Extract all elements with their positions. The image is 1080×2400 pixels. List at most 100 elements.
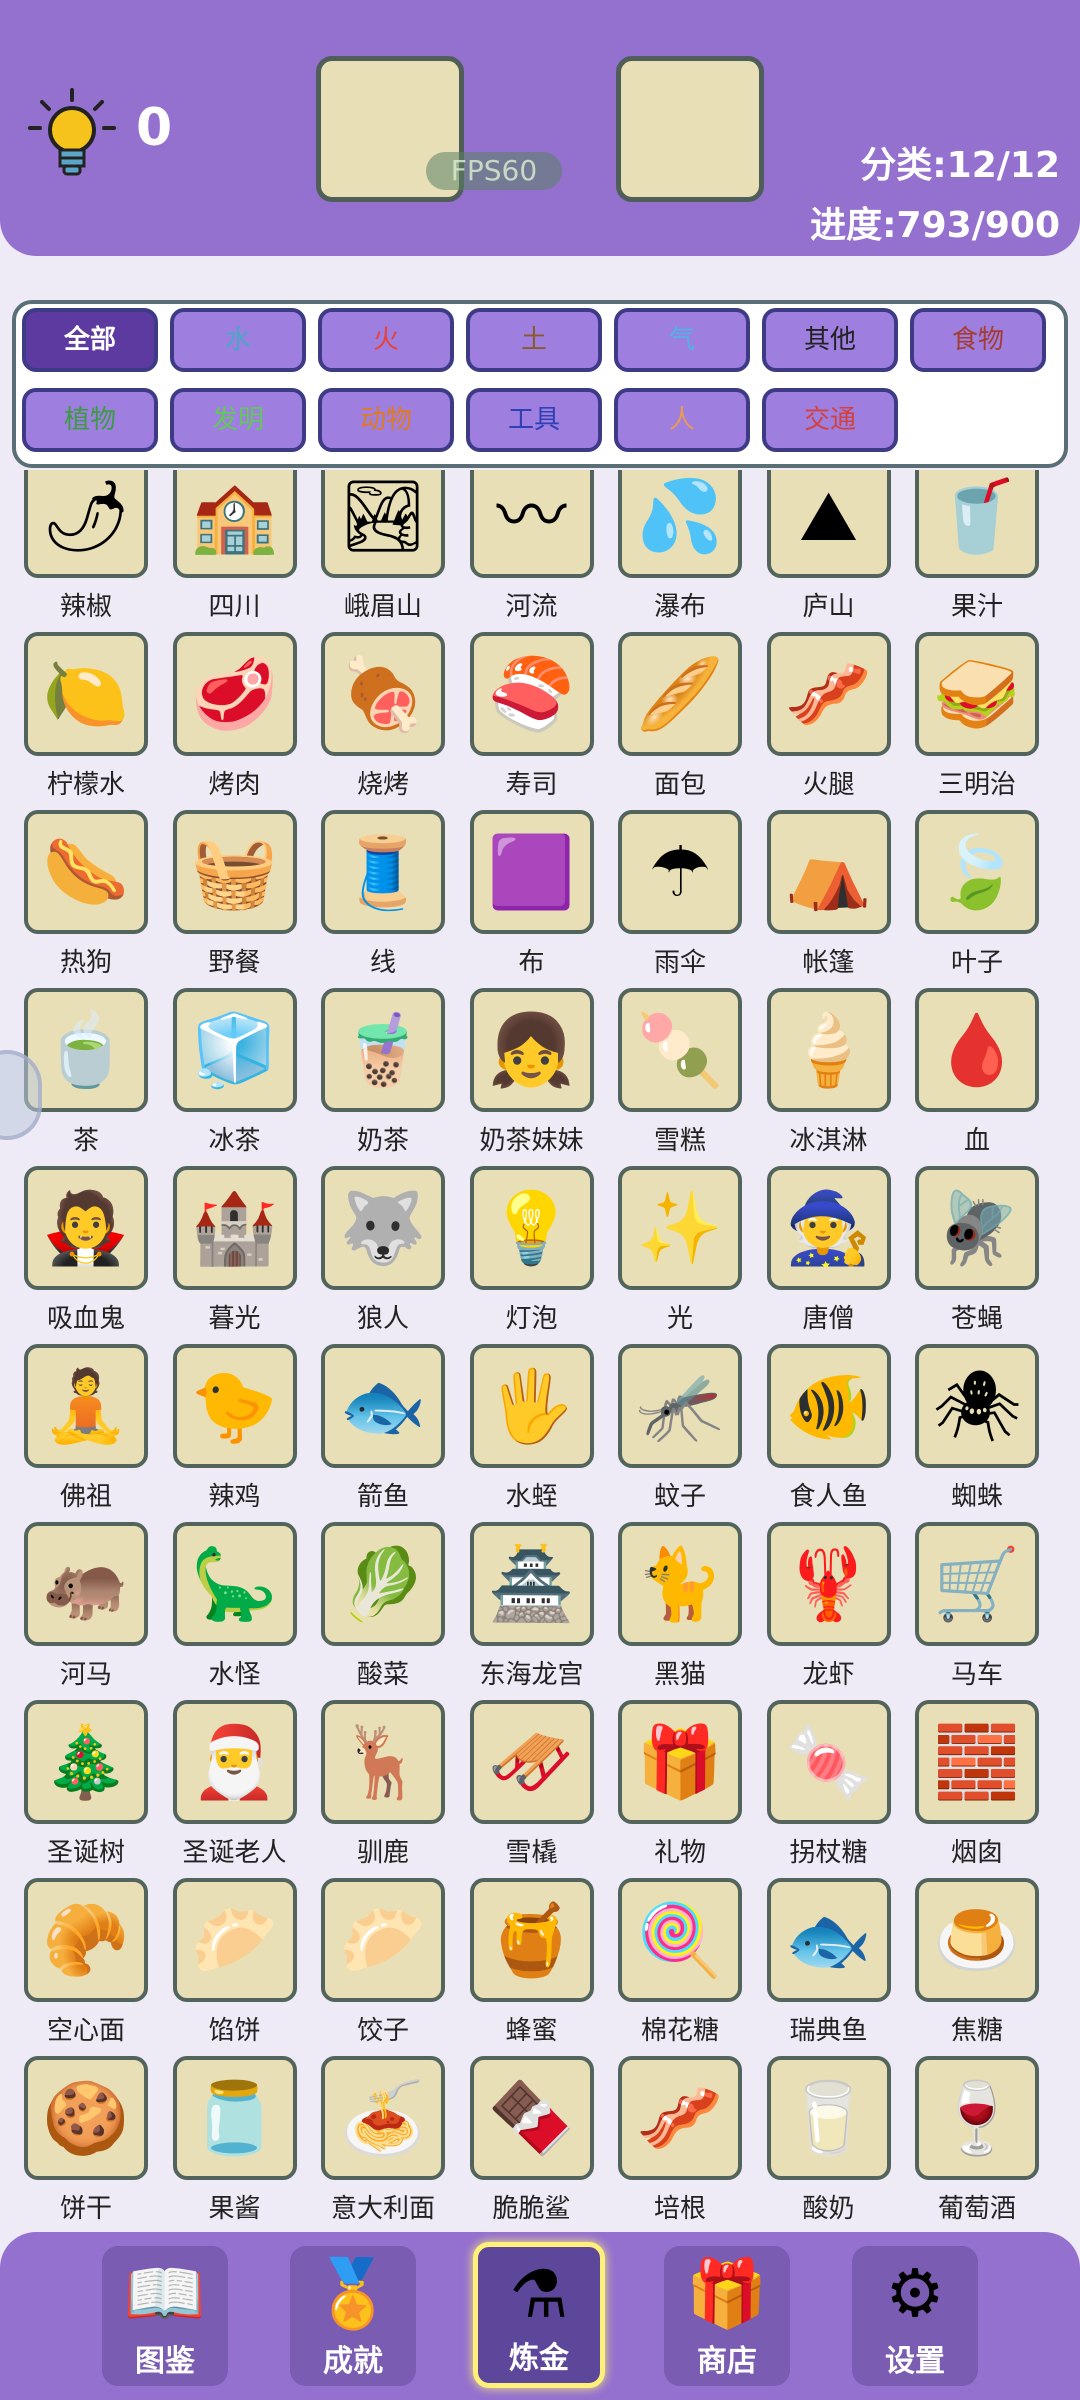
element-tile[interactable]: 🥬	[321, 1522, 445, 1646]
element-tile[interactable]: 🐟	[766, 1878, 891, 2002]
element-tile[interactable]: 🐈	[618, 1522, 742, 1646]
element-tile[interactable]: 🥩	[172, 632, 297, 756]
element-card[interactable]: 🌶 辣椒	[12, 470, 160, 632]
element-tile[interactable]: 🏫	[172, 470, 297, 578]
element-card[interactable]: 🍃 叶子	[903, 810, 1051, 988]
nav-medal[interactable]: 🏅 成就	[290, 2246, 416, 2386]
filter-tab-4[interactable]: 气	[614, 308, 750, 372]
element-tile[interactable]: 🦌	[321, 1700, 445, 1824]
element-card[interactable]: 🎄 圣诞树	[12, 1700, 160, 1878]
element-tile[interactable]: 🖐	[469, 1344, 594, 1468]
element-tile[interactable]: 🥪	[915, 632, 1039, 756]
element-tile[interactable]: 🛒	[915, 1522, 1039, 1646]
element-card[interactable]: 🐈 黑猫	[606, 1522, 754, 1700]
element-card[interactable]: 🥩 烤肉	[161, 632, 309, 810]
element-tile[interactable]: 🍭	[618, 1878, 742, 2002]
element-tile[interactable]: 🟪	[469, 810, 594, 934]
element-tile[interactable]: 🍷	[915, 2056, 1039, 2180]
element-card[interactable]: 🍣 寿司	[458, 632, 606, 810]
element-card[interactable]: 🐤 辣鸡	[161, 1344, 309, 1522]
element-card[interactable]: 🍮 焦糖	[903, 1878, 1051, 2056]
element-card[interactable]: 🫙 果酱	[161, 2056, 309, 2226]
element-tile[interactable]: 🪰	[915, 1166, 1039, 1290]
element-card[interactable]: ☂ 雨伞	[606, 810, 754, 988]
element-tile[interactable]: 🥖	[618, 632, 742, 756]
element-card[interactable]: 🌭 热狗	[12, 810, 160, 988]
element-tile[interactable]: ⛰	[766, 470, 891, 578]
element-card[interactable]: 🥛 酸奶	[755, 2056, 903, 2226]
element-tile[interactable]: 🍵	[24, 988, 148, 1112]
filter-tab-1[interactable]: 水	[170, 308, 306, 372]
element-card[interactable]: 🥟 馅饼	[161, 1878, 309, 2056]
element-card[interactable]: 🕷 蜘蛛	[903, 1344, 1051, 1522]
element-card[interactable]: 💦 瀑布	[606, 470, 754, 632]
element-card[interactable]: ⛺ 帐篷	[755, 810, 903, 988]
filter-tab-9[interactable]: 动物	[318, 388, 454, 452]
element-tile[interactable]: 🧵	[321, 810, 445, 934]
element-tile[interactable]: ⛺	[766, 810, 891, 934]
element-card[interactable]: 🛒 马车	[903, 1522, 1051, 1700]
lightbulb-icon[interactable]	[24, 86, 120, 182]
element-tile[interactable]: 🍮	[915, 1878, 1039, 2002]
filter-tab-7[interactable]: 植物	[22, 388, 158, 452]
element-card[interactable]: 🦛 河马	[12, 1522, 160, 1700]
element-card[interactable]: 🍡 雪糕	[606, 988, 754, 1166]
element-card[interactable]: 〰河流	[458, 470, 606, 632]
element-card[interactable]: 🧛 吸血鬼	[12, 1166, 160, 1344]
element-tile[interactable]: 🦛	[24, 1522, 148, 1646]
element-card[interactable]: 🍝 意大利面	[309, 2056, 457, 2226]
filter-tab-3[interactable]: 土	[466, 308, 602, 372]
element-card[interactable]: 👧 奶茶妹妹	[458, 988, 606, 1166]
element-card[interactable]: 🎅 圣诞老人	[161, 1700, 309, 1878]
element-card[interactable]: ⛰ 庐山	[755, 470, 903, 632]
element-card[interactable]: 🍬 拐杖糖	[755, 1700, 903, 1878]
element-tile[interactable]: 🏯	[469, 1522, 594, 1646]
nav-gear[interactable]: ⚙ 设置	[852, 2246, 978, 2386]
element-tile[interactable]: 🧙	[766, 1166, 891, 1290]
element-tile[interactable]: 🐺	[321, 1166, 445, 1290]
element-card[interactable]: 🏞 峨眉山	[309, 470, 457, 632]
element-card[interactable]: 🎁 礼物	[606, 1700, 754, 1878]
element-tile[interactable]: 🐠	[766, 1344, 891, 1468]
element-tile[interactable]: 🧱	[915, 1700, 1039, 1824]
element-tile[interactable]: 💡	[469, 1166, 594, 1290]
element-tile[interactable]: 🎄	[24, 1700, 148, 1824]
element-card[interactable]: 🛷 雪橇	[458, 1700, 606, 1878]
element-card[interactable]: 🍫 脆脆鲨	[458, 2056, 606, 2226]
element-tile[interactable]: 🦕	[172, 1522, 297, 1646]
element-tile[interactable]: 🫙	[172, 2056, 297, 2180]
element-tile[interactable]: 🏰	[172, 1166, 297, 1290]
element-card[interactable]: 🐟 瑞典鱼	[755, 1878, 903, 2056]
element-tile[interactable]: 〰	[469, 470, 594, 578]
element-tile[interactable]: 🎁	[618, 1700, 742, 1824]
element-card[interactable]: 🍭 棉花糖	[606, 1878, 754, 2056]
element-card[interactable]: 🧊 冰茶	[161, 988, 309, 1166]
element-tile[interactable]: 🍃	[915, 810, 1039, 934]
element-card[interactable]: 🍪 饼干	[12, 2056, 160, 2226]
element-card[interactable]: 🏯 东海龙宫	[458, 1522, 606, 1700]
element-tile[interactable]: 🌶	[24, 470, 148, 578]
element-tile[interactable]: 🍣	[469, 632, 594, 756]
element-card[interactable]: 🍖 烧烤	[309, 632, 457, 810]
element-tile[interactable]: 🥓	[618, 2056, 742, 2180]
element-tile[interactable]: 🍝	[321, 2056, 445, 2180]
element-tile[interactable]: 🥓	[766, 632, 891, 756]
element-tile[interactable]: 🩸	[915, 988, 1039, 1112]
element-card[interactable]: 💡 灯泡	[458, 1166, 606, 1344]
element-card[interactable]: 🥓 培根	[606, 2056, 754, 2226]
element-tile[interactable]: 🥐	[24, 1878, 148, 2002]
element-card[interactable]: 🦞 龙虾	[755, 1522, 903, 1700]
element-tile[interactable]: 🌭	[24, 810, 148, 934]
filter-tab-8[interactable]: 发明	[170, 388, 306, 452]
element-card[interactable]: 🥪 三明治	[903, 632, 1051, 810]
element-tile[interactable]: 🏞	[321, 470, 445, 578]
element-tile[interactable]: 👧	[469, 988, 594, 1112]
element-card[interactable]: 🦕 水怪	[161, 1522, 309, 1700]
combine-slot-right[interactable]	[616, 56, 764, 202]
element-card[interactable]: 🥟 饺子	[309, 1878, 457, 2056]
element-card[interactable]: 🖐 水蛭	[458, 1344, 606, 1522]
nav-gift[interactable]: 🎁 商店	[664, 2246, 790, 2386]
element-card[interactable]: 🧺 野餐	[161, 810, 309, 988]
element-tile[interactable]: 🧋	[321, 988, 445, 1112]
element-card[interactable]: 🧵 线	[309, 810, 457, 988]
